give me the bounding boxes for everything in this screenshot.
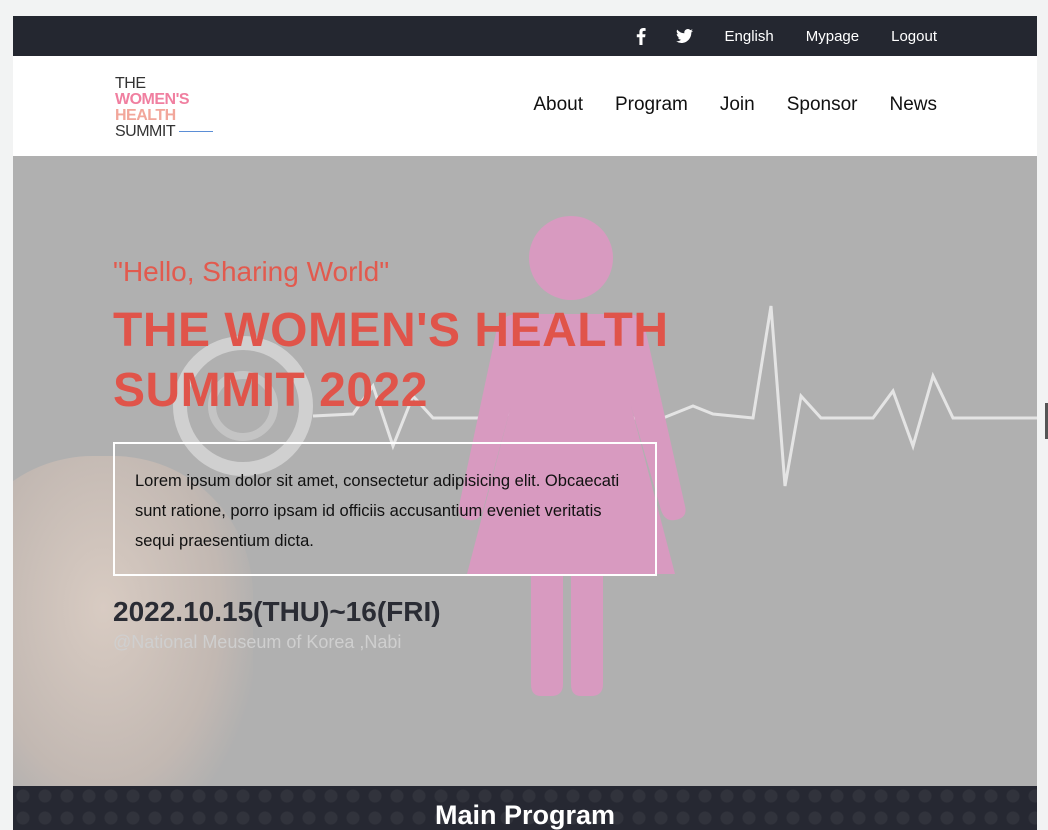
logo-line-the: THE bbox=[115, 75, 146, 92]
logo-line-womens: WOMEN'S bbox=[115, 91, 190, 108]
logo-subtext-mark bbox=[179, 126, 213, 132]
language-link[interactable]: English bbox=[725, 28, 774, 45]
main-program-section: Main Program bbox=[13, 786, 1037, 830]
hero-tagline: "Hello, Sharing World" bbox=[113, 256, 390, 287]
hero-banner: "Hello, Sharing World" THE WOMEN'S HEALT… bbox=[13, 156, 1037, 786]
hero-title: THE WOMEN'S HEALTH SUMMIT 2022 bbox=[113, 304, 669, 417]
nav-item-news[interactable]: News bbox=[889, 94, 937, 116]
site-logo[interactable]: THE WOMEN'S HEALTH SUMMIT bbox=[115, 75, 215, 140]
page-frame: English Mypage Logout THE WOMEN'S HEALTH… bbox=[13, 16, 1037, 830]
facebook-icon[interactable] bbox=[619, 16, 663, 56]
section-heading-main-program: Main Program bbox=[434, 800, 616, 830]
main-nav: About Program Join Sponsor News bbox=[533, 94, 937, 116]
hero-description: Lorem ipsum dolor sit amet, consectetur … bbox=[113, 442, 657, 576]
nav-item-sponsor[interactable]: Sponsor bbox=[787, 94, 858, 116]
nav-item-program[interactable]: Program bbox=[615, 94, 688, 116]
logo-line-health: HEALTH bbox=[115, 107, 176, 124]
mypage-link[interactable]: Mypage bbox=[806, 28, 859, 45]
twitter-icon[interactable] bbox=[663, 16, 707, 56]
logout-link[interactable]: Logout bbox=[891, 28, 937, 45]
site-header: THE WOMEN'S HEALTH SUMMIT About Program … bbox=[13, 56, 1037, 156]
event-date: 2022.10.15(THU)~16(FRI) bbox=[113, 596, 441, 627]
nav-item-about[interactable]: About bbox=[533, 94, 583, 116]
top-bar: English Mypage Logout bbox=[13, 16, 1037, 56]
nav-item-join[interactable]: Join bbox=[720, 94, 755, 116]
event-venue: @National Meuseum of Korea ,Nabi bbox=[113, 632, 402, 652]
